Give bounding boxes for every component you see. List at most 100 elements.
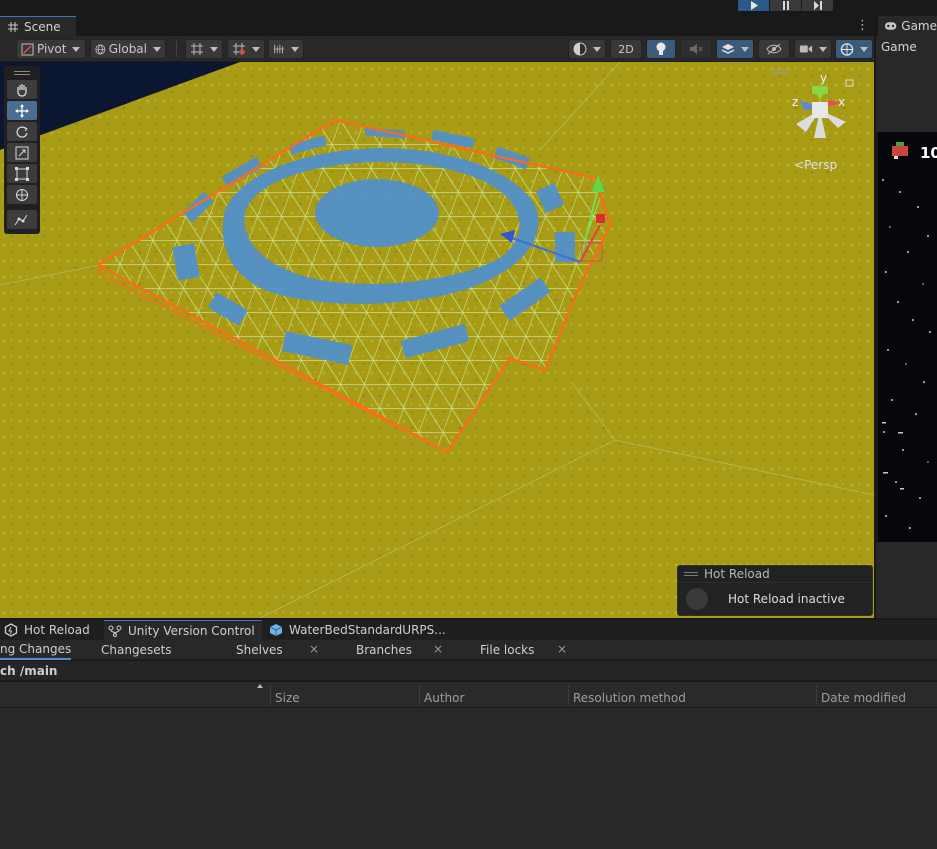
pause-icon — [782, 1, 789, 10]
scene-tab-bar: Scene — [0, 16, 874, 36]
tab-waterbed-standard[interactable]: WaterBedStandardURPS... — [265, 620, 450, 640]
tab-hot-reload[interactable]: Hot Reload — [0, 620, 94, 640]
global-label: Global — [108, 42, 147, 56]
sort-ascending-icon[interactable] — [257, 684, 263, 688]
subtab-pending-changes[interactable]: ng Changes — [0, 640, 72, 660]
chevron-down-icon — [741, 46, 749, 52]
gizmo-globe-icon — [840, 42, 854, 56]
effects-dropdown[interactable] — [716, 39, 754, 59]
pivot-dropdown[interactable]: Pivot — [16, 39, 86, 59]
draw-mode-dropdown[interactable] — [568, 39, 606, 59]
global-dropdown[interactable]: Global — [90, 39, 166, 59]
scene-toolbar: Pivot Global 2D — [0, 36, 874, 62]
chevron-down-icon — [210, 46, 218, 52]
tab-hot-reload-label: Hot Reload — [24, 623, 90, 637]
scale-tool[interactable] — [7, 143, 37, 162]
play-controls — [738, 0, 833, 11]
scene-render — [0, 62, 874, 618]
step-icon — [813, 1, 822, 10]
step-button[interactable] — [802, 0, 833, 11]
eye-slash-icon — [766, 43, 782, 55]
audio-toggle[interactable] — [680, 39, 712, 59]
increment-snap-icon — [233, 43, 245, 55]
tab-game-label: Game — [901, 19, 937, 33]
gamepad-icon — [884, 22, 897, 30]
lightbulb-icon — [656, 42, 666, 55]
camera-dropdown[interactable] — [794, 39, 832, 59]
tab-scene-label: Scene — [24, 19, 61, 34]
camera-mode-label[interactable]: <Persp — [794, 158, 837, 172]
subtab-shelves[interactable]: Shelves — [236, 640, 283, 660]
chevron-down-icon — [153, 46, 161, 52]
column-author[interactable]: Author — [424, 682, 464, 708]
play-button[interactable] — [738, 0, 769, 11]
close-icon[interactable]: × — [433, 642, 443, 656]
column-date-modified[interactable]: Date modified — [821, 682, 906, 708]
cube-icon — [269, 624, 283, 636]
tab-waterbed-standard-label: WaterBedStandardURPS... — [289, 623, 446, 637]
pivot-label: Pivot — [37, 42, 67, 56]
pause-button[interactable] — [770, 0, 801, 11]
chevron-down-icon — [291, 46, 299, 52]
lighting-toggle[interactable] — [646, 39, 676, 59]
hidden-objects-toggle[interactable] — [758, 39, 790, 59]
changes-list[interactable] — [0, 708, 937, 849]
grid-snap-dropdown[interactable] — [185, 39, 223, 59]
chevron-down-icon — [860, 46, 868, 52]
custom-tool[interactable] — [7, 210, 37, 229]
close-icon[interactable]: × — [309, 642, 319, 656]
column-size[interactable]: Size — [275, 682, 300, 708]
tab-game[interactable]: Game — [878, 16, 937, 36]
toggle-2d-button[interactable]: 2D — [610, 39, 642, 59]
changes-column-header: Size Author Resolution method Date modif… — [0, 682, 937, 708]
layers-icon — [721, 44, 735, 54]
globe-icon — [95, 44, 106, 54]
score-text: 10 — [920, 144, 937, 162]
rotate-tool[interactable] — [7, 122, 37, 141]
camera-icon — [799, 45, 813, 53]
align-dropdown[interactable] — [268, 39, 304, 59]
player-ship-icon — [892, 142, 908, 159]
tab-scene[interactable]: Scene — [0, 16, 76, 36]
drag-handle-icon — [684, 572, 698, 576]
subtab-branches[interactable]: Branches — [356, 640, 412, 660]
game-display-dropdown[interactable]: Game — [881, 40, 917, 54]
toggle-2d-label: 2D — [618, 42, 634, 56]
hot-reload-overlay: Hot Reload Hot Reload inactive — [677, 565, 873, 616]
tab-unity-version-control[interactable]: Unity Version Control — [104, 620, 262, 640]
column-resolution-method[interactable]: Resolution method — [573, 682, 686, 708]
gizmo-axis-labels: y z x <Persp — [792, 71, 845, 172]
increment-snap-dropdown[interactable] — [227, 39, 265, 59]
hot-reload-overlay-header[interactable]: Hot Reload — [678, 566, 872, 583]
branch-path: ch /main — [0, 661, 937, 681]
transform-tool[interactable] — [7, 185, 37, 204]
subtab-file-locks[interactable]: File locks — [480, 640, 534, 660]
version-control-icon — [108, 625, 122, 637]
subtab-changesets[interactable]: Changesets — [101, 640, 172, 660]
column-divider — [419, 685, 420, 705]
transform-icon — [16, 188, 28, 201]
hand-tool[interactable] — [7, 80, 37, 99]
hot-reload-overlay-title: Hot Reload — [704, 567, 770, 581]
hot-reload-status-row[interactable]: Hot Reload inactive — [678, 583, 872, 615]
scene-viewport[interactable] — [0, 62, 874, 618]
gizmos-dropdown[interactable] — [835, 39, 873, 59]
rect-tool[interactable] — [7, 164, 37, 183]
status-indicator-icon — [686, 588, 708, 610]
close-icon[interactable]: × — [557, 642, 567, 656]
move-tool[interactable] — [7, 101, 37, 120]
chevron-down-icon — [819, 46, 827, 52]
rotate-icon — [16, 126, 28, 138]
axis-z-label: z — [792, 95, 799, 109]
tool-palette — [4, 66, 40, 234]
game-view[interactable]: 10 — [878, 132, 937, 542]
grip-handle[interactable] — [7, 68, 37, 78]
rect-transform-icon — [15, 166, 29, 181]
custom-tool-icon — [14, 214, 28, 225]
play-icon — [750, 1, 758, 10]
align-icon — [273, 44, 285, 54]
axis-y-label: y — [820, 71, 828, 85]
shading-sphere-icon — [573, 42, 587, 56]
panel-menu-icon[interactable]: ⋮ — [856, 17, 869, 35]
hand-icon — [17, 83, 27, 97]
